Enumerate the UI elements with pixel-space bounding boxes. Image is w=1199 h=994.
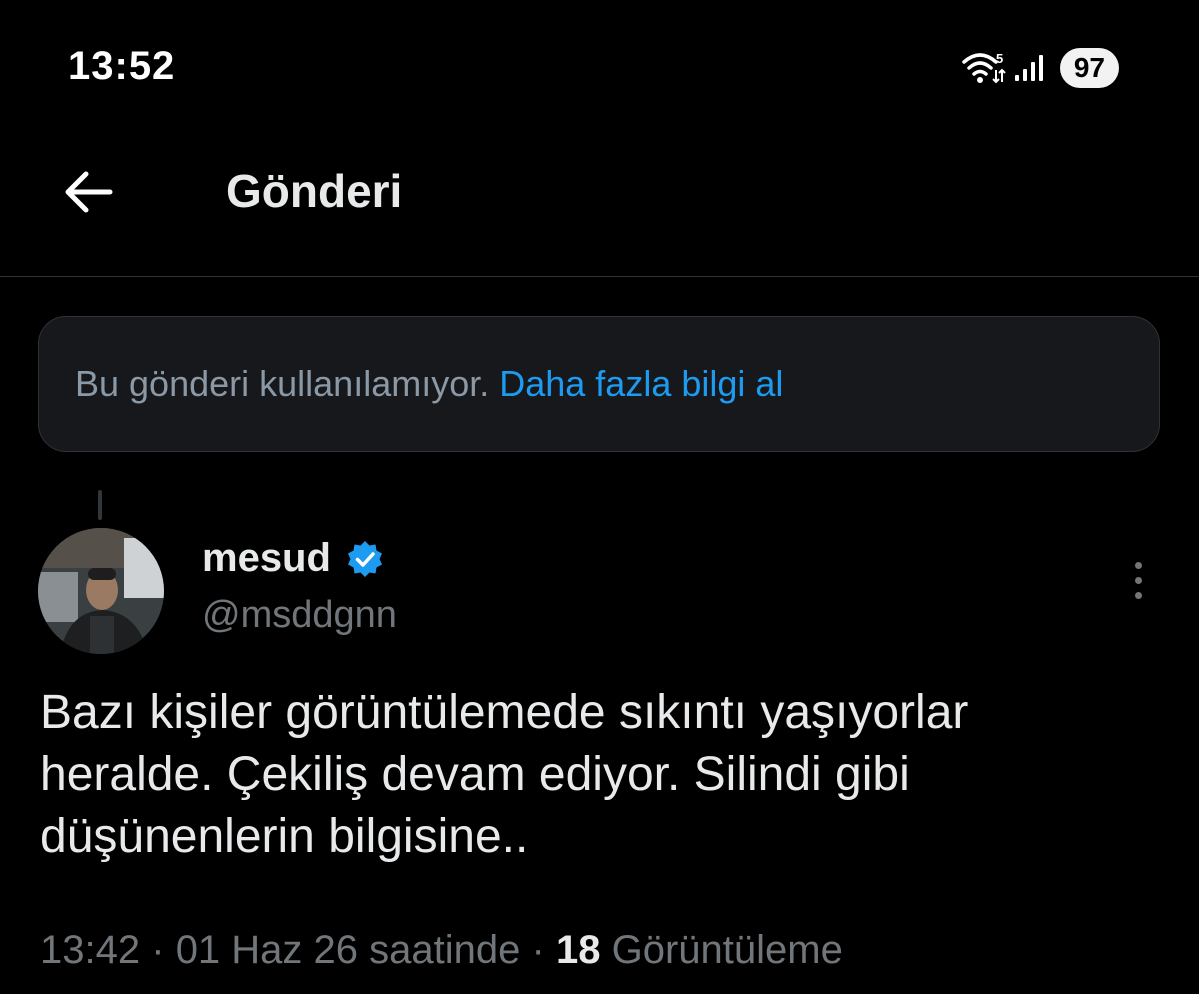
learn-more-link[interactable]: Daha fazla bilgi al [499, 363, 783, 405]
verified-badge-icon [347, 540, 382, 577]
signal-icon [1014, 55, 1043, 81]
dot [1134, 576, 1142, 584]
meta-separator: · [531, 928, 545, 972]
status-time: 13:52 [68, 44, 176, 88]
arrow-left-icon [65, 171, 113, 213]
views-count: 18 [555, 928, 601, 972]
thread-connector-line [98, 490, 102, 520]
wifi-icon: 5 [962, 51, 1006, 84]
page-header: Gönderi [0, 130, 1199, 277]
meta-separator: · [151, 928, 165, 972]
status-bar: 13:52 5 97 [0, 0, 1199, 130]
dot [1134, 591, 1142, 599]
unavailable-post-notice: Bu gönderi kullanılamıyor. Daha fazla bi… [38, 316, 1160, 452]
svg-text:5: 5 [996, 51, 1003, 66]
status-icons: 5 97 [962, 48, 1119, 88]
post-time[interactable]: 13:42 [40, 928, 140, 972]
page-title: Gönderi [226, 165, 403, 217]
avatar[interactable] [38, 528, 164, 654]
notice-text: Bu gönderi kullanılamıyor. [75, 363, 490, 404]
post-meta: 13:42 · 01 Haz 26 saatinde · 18 Görüntül… [40, 928, 843, 973]
post-text: Bazı kişiler görüntülemede sıkıntı yaşıy… [40, 682, 1170, 868]
post-date[interactable]: 01 Haz 26 saatinde [176, 928, 521, 972]
dot [1134, 561, 1142, 569]
back-button[interactable] [56, 160, 120, 224]
author-display-name[interactable]: mesud [202, 536, 331, 581]
post-text-line: düşünenlerin bilgisine.. [40, 810, 529, 863]
post-text-line: Bazı kişiler görüntülemede sıkıntı yaşıy… [40, 686, 969, 739]
views-label: Görüntüleme [611, 928, 843, 972]
more-options-icon[interactable] [1118, 552, 1158, 608]
avatar-photo [38, 528, 164, 654]
post-text-line: heralde. Çekiliş devam ediyor. Silindi g… [40, 748, 910, 801]
author-row: mesud [202, 536, 385, 581]
battery-indicator: 97 [1059, 48, 1119, 88]
author-handle[interactable]: @msddgnn [202, 594, 397, 637]
